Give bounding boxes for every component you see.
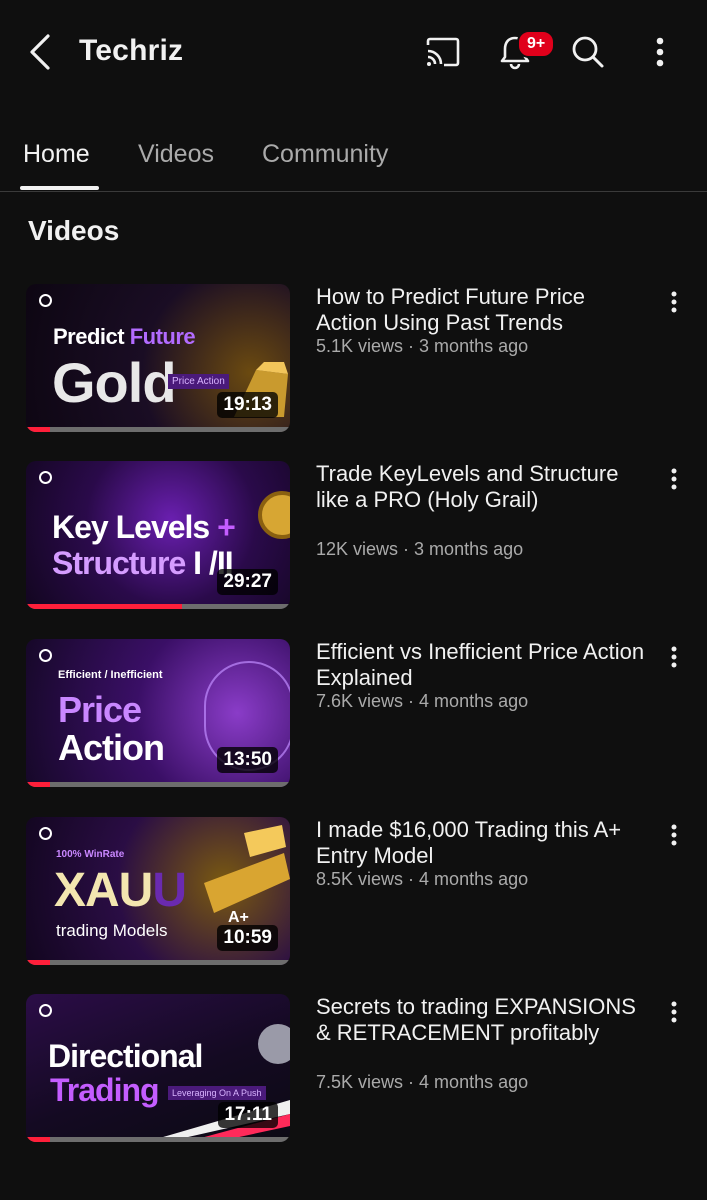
video-duration: 17:11 xyxy=(218,1102,278,1128)
video-meta: 7.6K views · 4 months ago xyxy=(316,691,529,711)
cast-button[interactable] xyxy=(421,30,465,74)
video-more-button[interactable] xyxy=(660,998,688,1026)
thumb-headline: Key Levels + xyxy=(52,509,236,545)
thumb-small-text: 100% WinRate xyxy=(56,849,125,860)
channel-header: Techriz 9+ xyxy=(0,0,707,104)
video-item[interactable]: Directional Trading Leveraging On A Push… xyxy=(0,994,707,1144)
thumb-headline: Predict Future xyxy=(53,324,196,349)
thumb-small-text: Efficient / Inefficient xyxy=(58,669,163,681)
tab-community[interactable]: Community xyxy=(262,140,388,169)
more-vert-icon xyxy=(671,824,677,846)
video-more-button[interactable] xyxy=(660,821,688,849)
video-more-button[interactable] xyxy=(660,465,688,493)
video-title[interactable]: How to Predict Future Price Action Using… xyxy=(316,284,646,336)
watch-progress-track xyxy=(26,782,290,787)
thumb-big-text: Structure I /II xyxy=(52,545,234,581)
watch-progress-fill xyxy=(26,960,50,965)
thumb-big-text: Gold xyxy=(52,351,177,414)
watch-progress-track xyxy=(26,604,290,609)
brand-logo xyxy=(39,827,52,840)
video-views: 12K views xyxy=(316,539,399,559)
video-item[interactable]: Efficient / Inefficient Price Action 13:… xyxy=(0,639,707,789)
brand-logo xyxy=(39,649,52,662)
watch-progress-track xyxy=(26,960,290,965)
watch-progress-fill xyxy=(26,782,50,787)
thumb-tag: Price Action xyxy=(168,374,229,389)
thumb-headline: Directional xyxy=(48,1038,203,1074)
more-vert-icon xyxy=(671,1001,677,1023)
video-meta: 8.5K views · 4 months ago xyxy=(316,869,529,889)
more-vert-icon xyxy=(671,646,677,668)
channel-name: Techriz xyxy=(79,34,184,67)
video-duration: 29:27 xyxy=(217,569,278,595)
video-item[interactable]: 100% WinRate XAUU trading Models A+ 10:5… xyxy=(0,817,707,967)
video-thumbnail[interactable]: Predict Future Gold Price Action 19:13 xyxy=(26,284,290,432)
video-duration: 13:50 xyxy=(217,747,278,773)
watch-progress-track xyxy=(26,427,290,432)
video-views: 5.1K views xyxy=(316,336,404,356)
notification-badge: 9+ xyxy=(517,30,556,58)
thumb-headline: XAUU xyxy=(54,864,187,917)
video-thumbnail[interactable]: Efficient / Inefficient Price Action 13:… xyxy=(26,639,290,787)
video-more-button[interactable] xyxy=(660,643,688,671)
more-vert-icon xyxy=(656,37,664,67)
brand-logo xyxy=(39,1004,52,1017)
video-age: 4 months ago xyxy=(419,869,529,889)
thumb-headline: Price xyxy=(58,689,142,730)
video-title[interactable]: I made $16,000 Trading this A+ Entry Mod… xyxy=(316,817,646,869)
video-age: 4 months ago xyxy=(419,691,529,711)
back-icon xyxy=(30,34,50,70)
search-button[interactable] xyxy=(566,30,610,74)
video-views: 7.5K views xyxy=(316,1072,404,1092)
video-title[interactable]: Efficient vs Inefficient Price Action Ex… xyxy=(316,639,646,691)
more-vert-icon xyxy=(671,291,677,313)
more-options-button[interactable] xyxy=(638,30,682,74)
video-item[interactable]: Key Levels + Structure I /II 29:27 Trade… xyxy=(0,461,707,611)
video-thumbnail[interactable]: 100% WinRate XAUU trading Models A+ 10:5… xyxy=(26,817,290,965)
back-button[interactable] xyxy=(22,30,58,74)
search-icon xyxy=(572,36,604,68)
brand-logo xyxy=(39,294,52,307)
watch-progress-fill xyxy=(26,1137,50,1142)
video-meta: 12K views · 3 months ago xyxy=(316,539,524,559)
thumb-tag: Leveraging On A Push xyxy=(168,1086,266,1100)
watch-progress-fill xyxy=(26,604,182,609)
watch-progress-track xyxy=(26,1137,290,1142)
cast-icon xyxy=(426,37,460,67)
video-title[interactable]: Secrets to trading EXPANSIONS & RETRACEM… xyxy=(316,994,646,1046)
video-duration: 10:59 xyxy=(217,925,278,951)
active-tab-indicator xyxy=(20,186,99,190)
thumb-big-text: Trading xyxy=(50,1072,160,1108)
video-meta: 7.5K views · 4 months ago xyxy=(316,1072,529,1092)
video-title[interactable]: Trade KeyLevels and Structure like a PRO… xyxy=(316,461,646,513)
thumb-big-text: Action xyxy=(58,727,165,768)
video-more-button[interactable] xyxy=(660,288,688,316)
video-age: 3 months ago xyxy=(414,539,524,559)
tab-videos[interactable]: Videos xyxy=(138,140,214,169)
brand-logo xyxy=(39,471,52,484)
tab-home[interactable]: Home xyxy=(23,140,90,169)
channel-tabs: Home Videos Community xyxy=(0,122,707,192)
video-views: 7.6K views xyxy=(316,691,404,711)
coin-graphic xyxy=(258,1024,290,1064)
video-age: 3 months ago xyxy=(419,336,529,356)
video-meta: 5.1K views · 3 months ago xyxy=(316,336,529,356)
video-duration: 19:13 xyxy=(217,392,278,418)
section-title: Videos xyxy=(28,215,120,246)
video-thumbnail[interactable]: Directional Trading Leveraging On A Push… xyxy=(26,994,290,1142)
thumb-subtitle: trading Models xyxy=(56,921,168,940)
watch-progress-fill xyxy=(26,427,50,432)
video-age: 4 months ago xyxy=(419,1072,529,1092)
more-vert-icon xyxy=(671,468,677,490)
video-thumbnail[interactable]: Key Levels + Structure I /II 29:27 xyxy=(26,461,290,609)
video-item[interactable]: Predict Future Gold Price Action 19:13 H… xyxy=(0,284,707,434)
video-views: 8.5K views xyxy=(316,869,404,889)
